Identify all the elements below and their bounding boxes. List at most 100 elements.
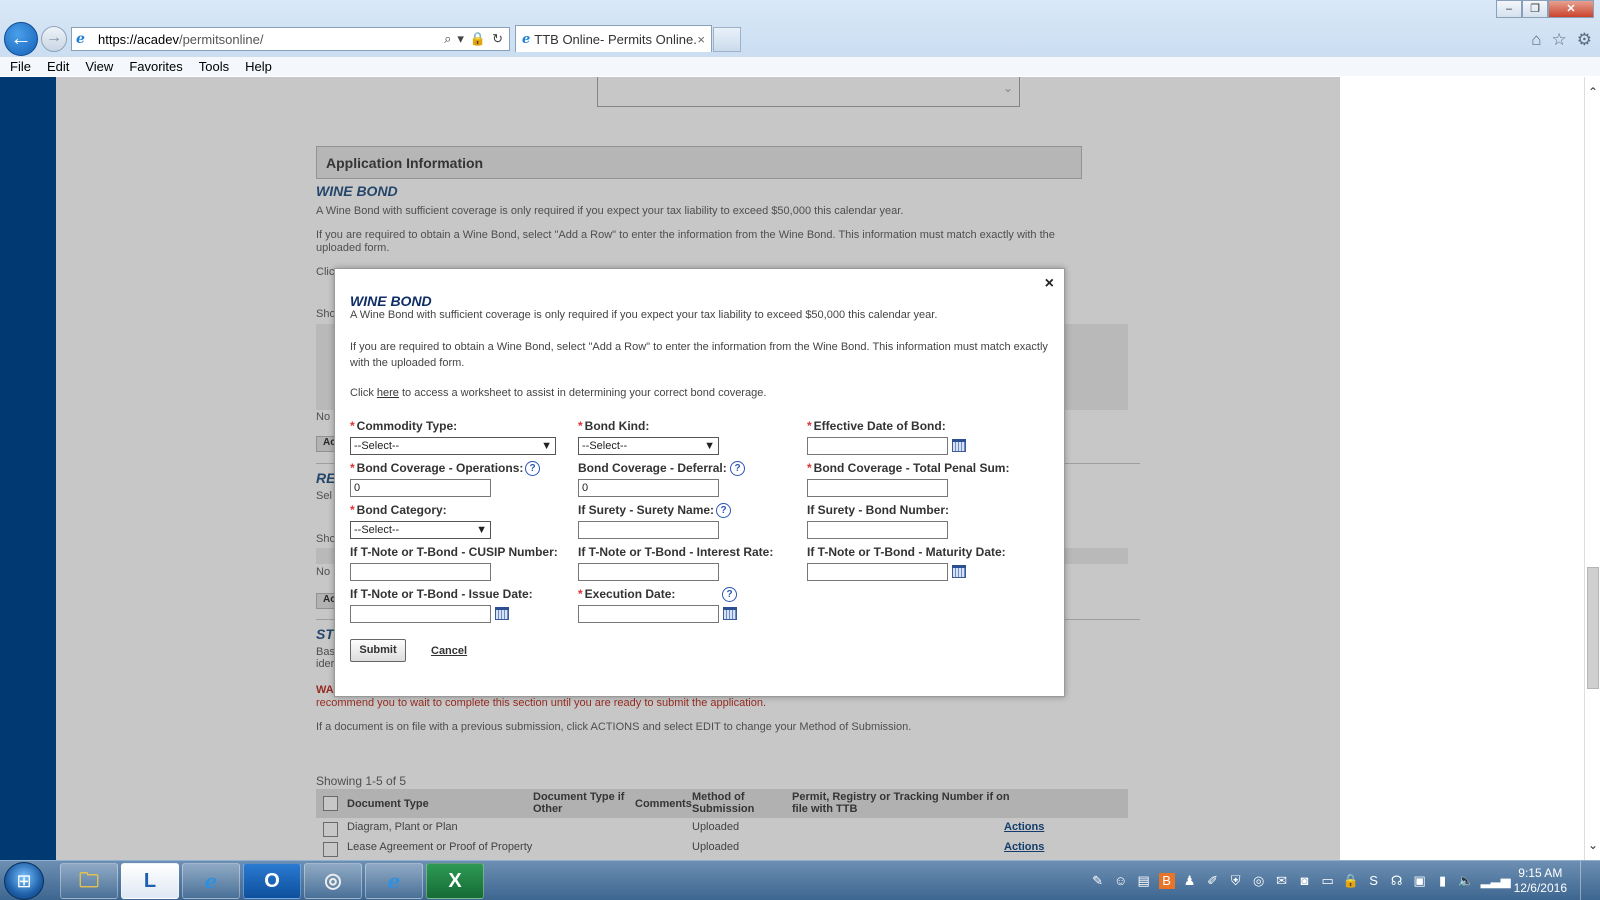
surety-bond-number-label: If Surety - Bond Number: [807,503,950,517]
menu-favorites[interactable]: Favorites [129,59,182,74]
chevron-down-icon: ▼ [704,440,715,452]
coverage-deferral-label: Bond Coverage - Deferral: [578,461,727,475]
skype-icon[interactable]: S [1366,873,1382,889]
effective-date-input[interactable] [807,437,948,455]
maturity-date-input[interactable] [807,563,948,581]
menu-file[interactable]: File [10,59,31,74]
dropdown-icon[interactable]: ▾ [457,31,464,47]
taskbar-file-explorer[interactable]: 🗀 [60,863,118,899]
help-icon[interactable]: ? [722,587,737,602]
restore-button[interactable]: ❐ [1522,0,1548,18]
taskbar-lync[interactable]: L [121,863,179,899]
start-button[interactable]: ⊞ [4,862,44,900]
battery-icon[interactable]: ▮ [1435,873,1451,889]
surety-bond-number-input[interactable] [807,521,948,539]
chevron-down-icon: ▼ [476,524,487,536]
display-icon[interactable]: ▣ [1412,873,1428,889]
calendar-icon[interactable] [723,607,737,620]
calendar-icon[interactable] [952,439,966,452]
cusip-number-label: If T-Note or T-Bond - CUSIP Number: [350,545,558,559]
monitor-icon[interactable]: ▭ [1320,873,1336,889]
back-button[interactable]: ← [4,22,38,56]
b-app-icon[interactable]: B [1158,873,1175,889]
show-desktop-button[interactable] [1580,861,1592,900]
wine-bond-dialog: × WINE BOND A Wine Bond with sufficient … [334,268,1065,697]
settings-gear-icon[interactable]: ⚙ [1577,30,1592,50]
scroll-up-icon[interactable]: ⌃ [1588,85,1598,99]
coverage-deferral-input[interactable] [578,479,719,497]
people-icon[interactable]: ☺ [1113,873,1129,889]
surety-name-label: If Surety - Surety Name: [578,503,715,517]
menu-view[interactable]: View [85,59,113,74]
taskbar-outlook[interactable]: O [243,863,301,899]
submit-button[interactable]: Submit [350,639,406,662]
headset-icon[interactable]: ☊ [1389,873,1405,889]
interest-rate-input[interactable] [578,563,719,581]
outlook-tray-icon[interactable]: ◙ [1297,873,1313,889]
url-text[interactable]: https://acadev/permitsonline/ [98,32,444,47]
menu-help[interactable]: Help [245,59,272,74]
cancel-link[interactable]: Cancel [431,645,467,657]
tab-title: TTB Online- Permits Online... [534,31,698,47]
browser-tab[interactable]: e TTB Online- Permits Online... × [515,25,712,52]
clock[interactable]: 9:15 AM 12/6/2016 [1514,866,1567,896]
tab-close-icon[interactable]: × [697,32,705,47]
coverage-total-input[interactable] [807,479,948,497]
lock-tray-icon[interactable]: 🔒 [1343,873,1359,889]
surety-name-input[interactable] [578,521,719,539]
commodity-type-select[interactable]: --Select-- ▼ [350,437,556,455]
shield-icon[interactable]: ⛨ [1228,873,1244,889]
help-icon[interactable]: ? [525,461,540,476]
taskbar-excel[interactable]: X [426,863,484,899]
volume-icon[interactable]: 🔈 [1458,873,1474,889]
issue-date-input[interactable] [350,605,491,623]
maturity-date-label: If T-Note or T-Bond - Maturity Date: [807,545,1006,559]
ie-tab-icon: e [522,31,531,47]
document-icon[interactable]: ▤ [1136,873,1152,889]
target-icon[interactable]: ◎ [1251,873,1267,889]
dialog-text-1: A Wine Bond with sufficient coverage is … [350,309,938,321]
scroll-down-icon[interactable]: ⌄ [1588,838,1598,852]
mail-icon[interactable]: ✉ [1274,873,1290,889]
coverage-operations-input[interactable] [350,479,491,497]
pen-icon[interactable]: ✐ [1205,873,1221,889]
network-signal-icon[interactable]: ▂▃▅ [1481,873,1511,889]
refresh-icon[interactable]: ↻ [492,31,503,47]
taskbar-internet-explorer-2[interactable]: e [365,863,423,899]
coverage-total-label: * Bond Coverage - Total Penal Sum: [807,461,1010,475]
address-bar[interactable]: e https://acadev/permitsonline/ ⌕ ▾ 🔒 ↻ [71,27,510,51]
search-icon[interactable]: ⌕ [444,31,451,47]
close-icon[interactable]: × [1045,275,1054,293]
help-icon[interactable]: ? [730,461,745,476]
execution-date-input[interactable] [578,605,719,623]
minimize-button[interactable]: – [1496,0,1522,18]
page-right-margin [1340,77,1584,860]
new-tab-button[interactable] [713,27,741,52]
close-window-button[interactable]: ✕ [1548,0,1594,18]
bond-category-select[interactable]: --Select-- ▼ [350,521,491,539]
favorites-star-icon[interactable]: ☆ [1552,30,1567,50]
user-icon[interactable]: ♟ [1182,873,1198,889]
scroll-thumb[interactable] [1587,567,1599,689]
help-icon[interactable]: ? [716,503,731,518]
bond-kind-select[interactable]: --Select-- ▼ [578,437,719,455]
calendar-icon[interactable] [495,607,509,620]
home-icon[interactable]: ⌂ [1531,30,1541,50]
vertical-scrollbar[interactable]: ⌃ ⌄ [1584,77,1600,860]
lock-icon[interactable]: 🔒 [470,31,486,47]
commodity-type-label: * Commodity Type: [350,419,458,433]
clock-date: 12/6/2016 [1513,881,1567,895]
pencil-icon[interactable]: ✎ [1090,873,1106,889]
taskbar-app-circle[interactable]: ◎ [304,863,362,899]
calendar-icon[interactable] [952,565,966,578]
ie-page-icon: e [76,31,85,47]
taskbar-internet-explorer[interactable]: e [182,863,240,899]
bond-kind-label: * Bond Kind: [578,419,650,433]
worksheet-link[interactable]: here [377,387,399,399]
cusip-number-input[interactable] [350,563,491,581]
forward-button[interactable]: → [41,26,67,52]
menu-bar: File Edit View Favorites Tools Help [0,56,1600,76]
menu-edit[interactable]: Edit [47,59,69,74]
menu-tools[interactable]: Tools [199,59,229,74]
execution-date-label: * Execution Date: [578,587,676,601]
